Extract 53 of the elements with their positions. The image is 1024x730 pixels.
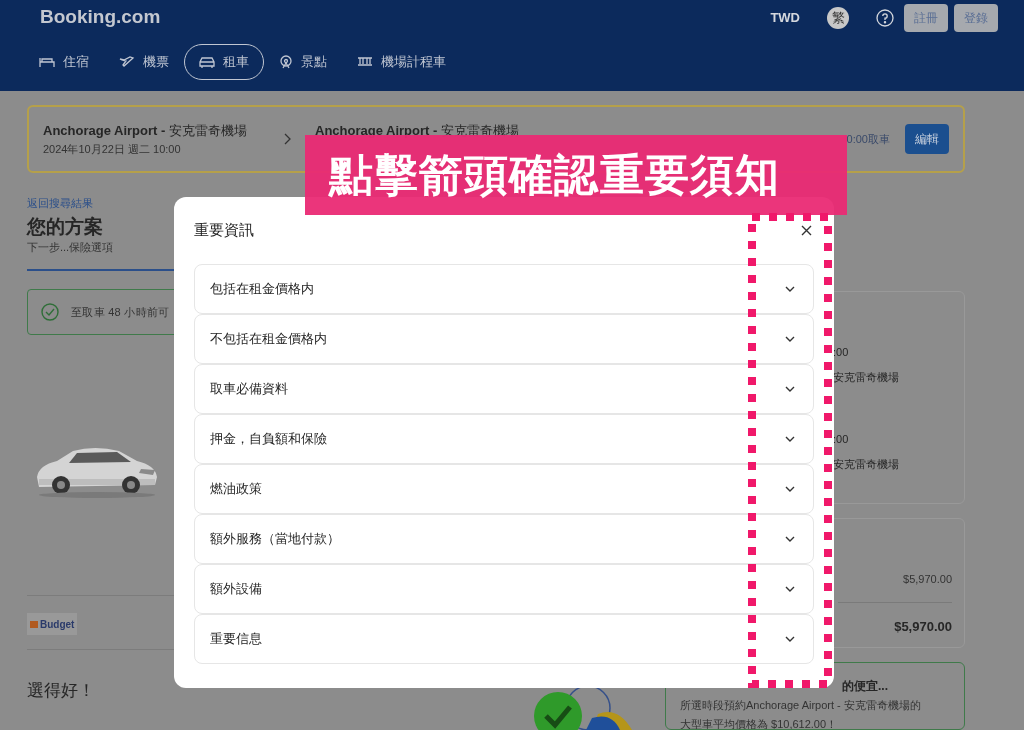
chevron-down-icon	[785, 435, 795, 442]
accordion-item[interactable]: 燃油政策	[194, 463, 814, 514]
deal-heading: 的便宜...	[842, 678, 889, 695]
accordion-item[interactable]: 重要信息	[194, 613, 814, 664]
accordion-item[interactable]: 不包括在租金價格内	[194, 313, 814, 364]
deal-text: 大型車平均價格為 $10,612.00！	[680, 716, 839, 729]
help-icon[interactable]	[876, 8, 894, 27]
pickup-location: Anchorage Airport - 安克雷奇機場	[43, 121, 248, 140]
callout-banner: 點擊箭頭確認重要須知	[305, 135, 847, 215]
page-title: 您的方案	[27, 214, 103, 239]
language-button[interactable]: 繁	[827, 6, 849, 29]
edit-button[interactable]: 編輯	[905, 124, 949, 154]
supplier-logo: Budget	[27, 613, 78, 635]
ferris-wheel-icon	[279, 55, 293, 69]
pickup-notice: 0:00取車	[846, 131, 890, 147]
accordion-item[interactable]: 額外設備	[194, 563, 814, 614]
nav-tab[interactable]: 機票	[104, 44, 184, 80]
section-heading: 選得好！	[27, 680, 96, 702]
chevron-down-icon	[785, 635, 795, 642]
car-icon	[199, 56, 215, 68]
logo[interactable]: Booking.com	[40, 3, 161, 32]
close-icon	[801, 224, 812, 236]
check-circle-icon	[41, 303, 59, 321]
plane-icon	[119, 56, 135, 68]
chevron-down-icon	[785, 485, 795, 492]
chevron-down-icon	[785, 585, 795, 592]
chevron-down-icon	[785, 385, 795, 392]
close-button[interactable]	[801, 224, 812, 236]
currency-button[interactable]: TWD	[770, 7, 800, 28]
pickup-datetime: 2024年10月22日 週二 10:00	[43, 142, 182, 157]
accordion-item[interactable]: 包括在租金價格内	[194, 263, 814, 314]
next-step: 下一步...保險選項	[27, 238, 627, 255]
dropoff-location: 安克雷奇機場	[833, 456, 900, 472]
bed-icon	[39, 56, 55, 68]
pickup-location: 安克雷奇機場	[833, 369, 900, 385]
taxi-icon	[357, 56, 373, 68]
deal-text: 所選時段預約Anchorage Airport - 安克雷奇機場的	[680, 698, 922, 713]
nav-tab[interactable]: 機場計程車	[342, 44, 461, 80]
chevron-down-icon	[785, 335, 795, 342]
nav-tab[interactable]: 住宿	[24, 44, 104, 80]
dropoff-time: :00	[833, 432, 850, 447]
modal-title: 重要資訊	[194, 220, 254, 240]
price: $5,970.00	[902, 572, 952, 587]
accordion-item[interactable]: 取車必備資料	[194, 363, 814, 414]
chevron-down-icon	[785, 285, 795, 292]
chevron-down-icon	[785, 535, 795, 542]
accordion-item[interactable]: 押金，自負額和保險	[194, 413, 814, 464]
total-price: $5,970.00	[893, 617, 952, 636]
cancellation-text: 至取車 48 小時前可	[71, 304, 170, 320]
pickup-time: :00	[833, 345, 850, 360]
chevron-right-icon	[283, 133, 291, 145]
accordion-item[interactable]: 額外服務（當地付款）	[194, 513, 814, 564]
nav-tab[interactable]: 景點	[264, 44, 342, 80]
